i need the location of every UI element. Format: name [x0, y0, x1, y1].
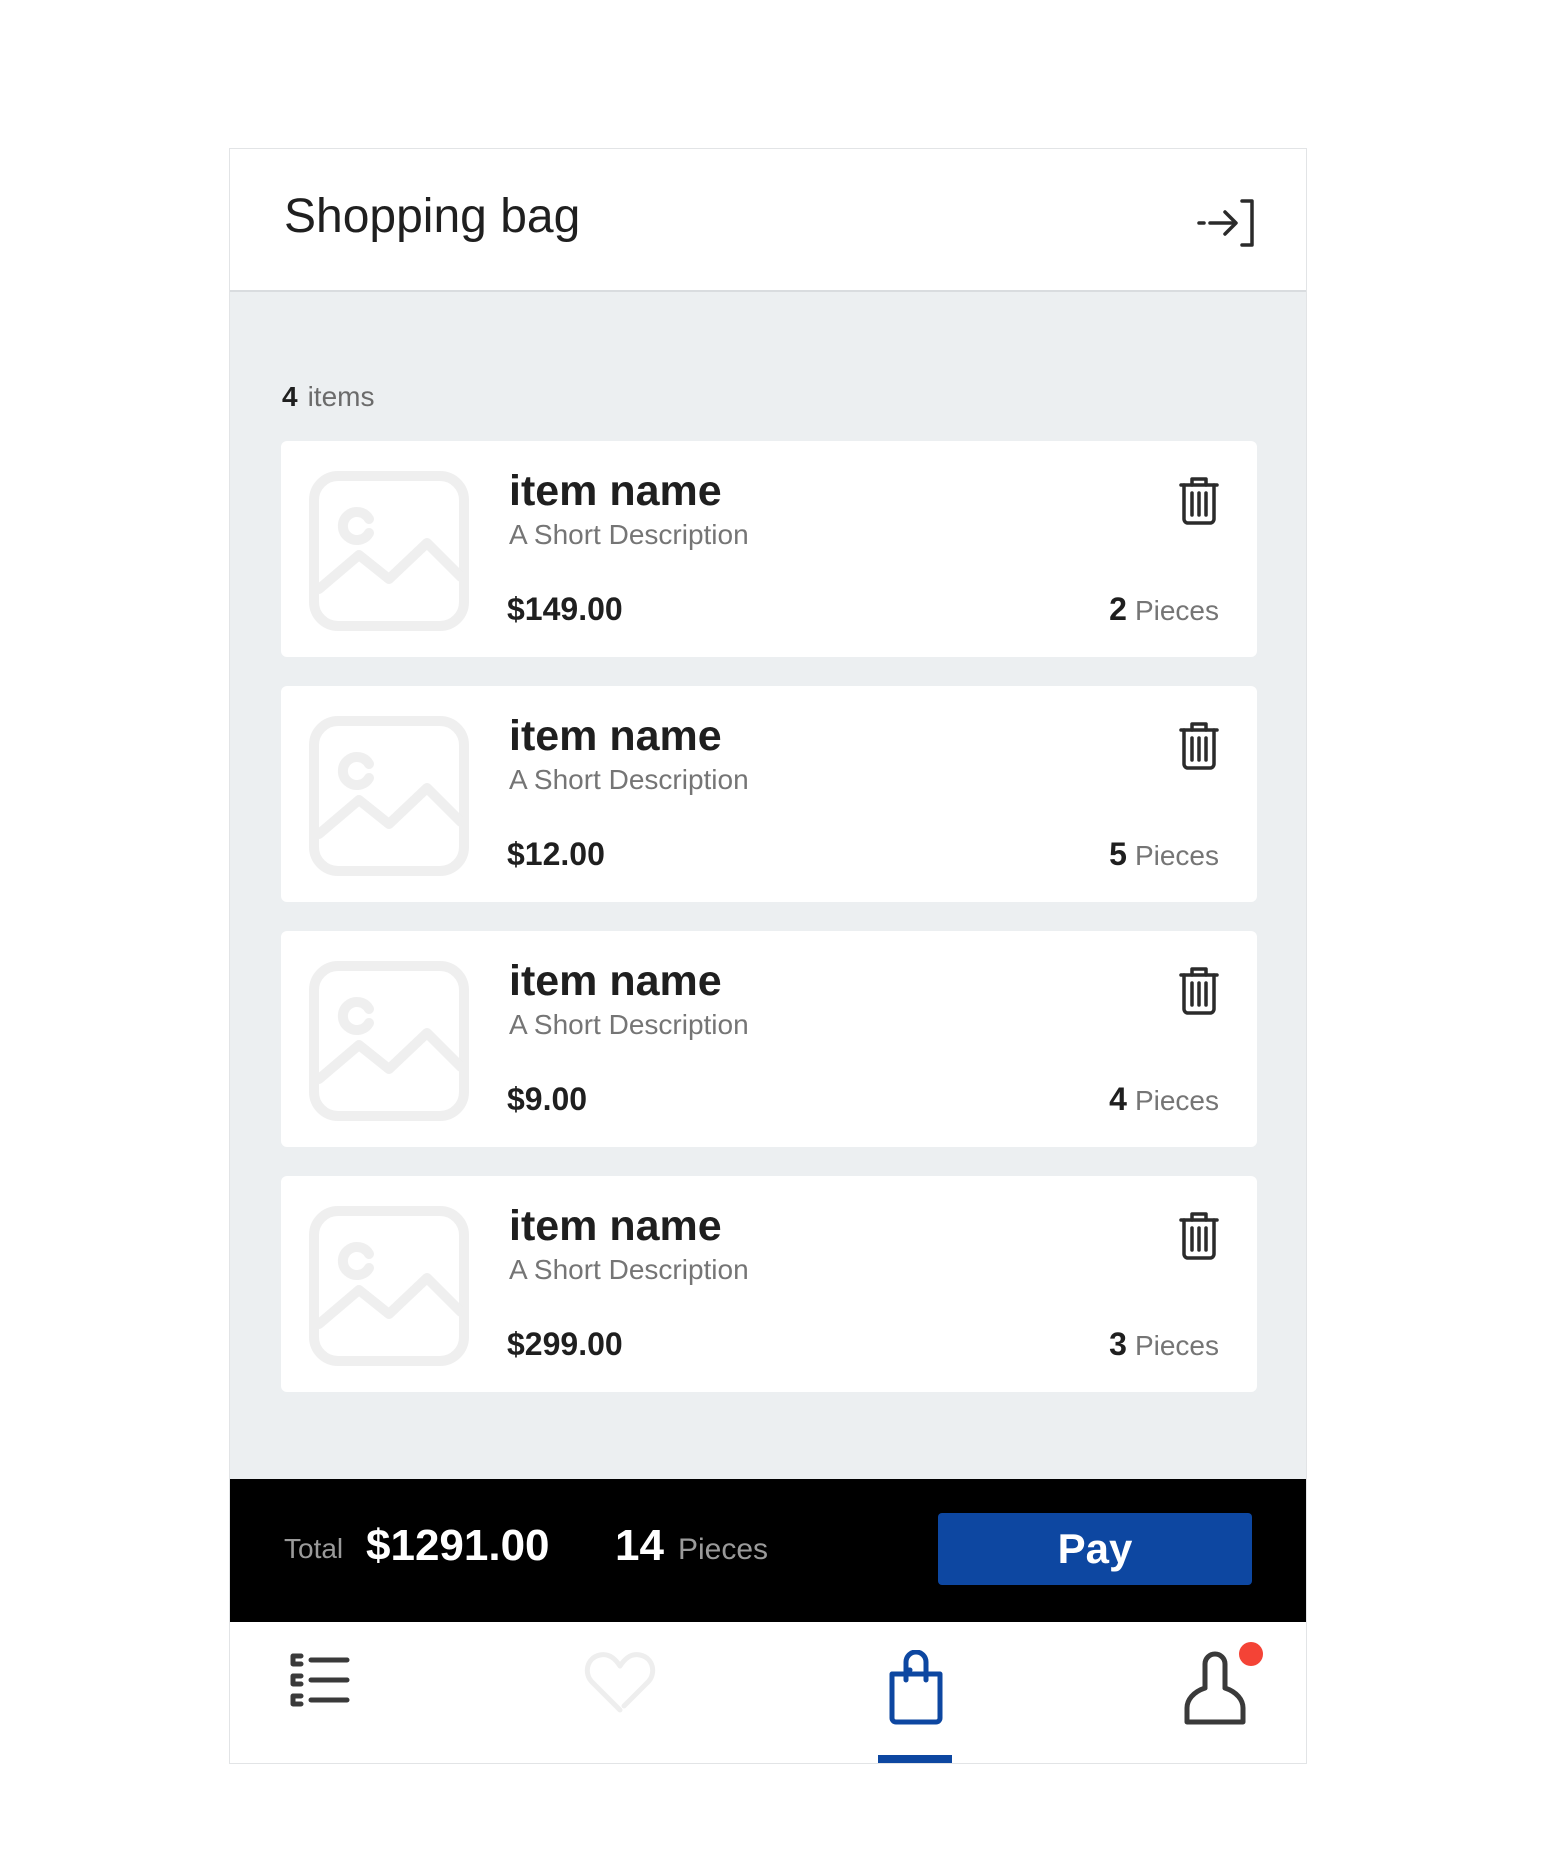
quantity-label: Pieces: [1134, 595, 1219, 626]
cart-item-card[interactable]: item name A Short Description $149.00 2P…: [281, 441, 1257, 657]
cart-item-card[interactable]: item name A Short Description $12.00 5 Pi…: [281, 686, 1257, 902]
app-frame: Shopping bag 4 items item name A Short De…: [229, 148, 1307, 1764]
cart-item-card[interactable]: item name A Short Description $299.00 3P…: [281, 1176, 1257, 1392]
item-price: $9.00: [507, 1081, 588, 1117]
trash-icon[interactable]: [1175, 720, 1223, 772]
quantity-number: 3: [1109, 1326, 1127, 1362]
logout-arrow-icon[interactable]: [1195, 195, 1259, 251]
nav-list[interactable]: [247, 1622, 387, 1763]
item-description: A Short Description: [509, 1254, 749, 1285]
item-description: A Short Description: [509, 519, 749, 550]
heart-icon: [584, 1652, 656, 1713]
nav-bag[interactable]: [844, 1622, 984, 1763]
image-placeholder-icon: [309, 471, 469, 631]
item-description: A Short Description: [509, 1009, 749, 1040]
item-count-label: items: [307, 381, 375, 412]
item-description: A Short Description: [509, 764, 749, 795]
nav-favorites[interactable]: [544, 1622, 684, 1763]
item-quantity: 4 Pieces: [1109, 1081, 1219, 1118]
header: Shopping bag: [230, 149, 1306, 292]
item-quantity: 2 Pieces: [1109, 591, 1219, 628]
quantity-label: Pieces: [1134, 840, 1219, 871]
checkout-bar: Total $1291.00 14 Pieces Pay: [230, 1479, 1306, 1622]
cart-item-card[interactable]: item name A Short Description $9.00 4 Pie…: [281, 931, 1257, 1147]
active-tab-indicator: [878, 1755, 952, 1763]
item-count: 4 items: [282, 381, 374, 413]
item-name: item name: [509, 957, 722, 1005]
quantity-number: 2: [1109, 591, 1127, 627]
item-price: $299.00: [507, 1326, 623, 1362]
item-count-number: 4: [282, 381, 298, 412]
item-quantity: 5 Pieces: [1109, 836, 1219, 873]
total-pieces-number: 14: [615, 1521, 664, 1570]
nav-profile[interactable]: [1141, 1622, 1281, 1763]
item-price: $149.00: [507, 591, 623, 627]
bottom-nav: [230, 1622, 1306, 1763]
item-quantity: 3 Pieces: [1109, 1326, 1219, 1363]
image-placeholder-icon: [309, 1206, 469, 1366]
quantity-number: 4: [1109, 1081, 1127, 1117]
pay-button[interactable]: Pay: [938, 1513, 1252, 1585]
quantity-number: 5: [1109, 836, 1127, 872]
quantity-label: Pieces: [1134, 1085, 1219, 1116]
list-icon: [290, 1653, 350, 1707]
trash-icon[interactable]: [1175, 1210, 1223, 1262]
total-pieces-label: Pieces: [678, 1533, 769, 1566]
trash-icon[interactable]: [1175, 475, 1223, 527]
item-price: $12.00: [507, 836, 605, 872]
item-name: item name: [509, 1202, 722, 1250]
page-title: Shopping bag: [284, 190, 581, 243]
item-name: item name: [509, 712, 722, 760]
total-label: Total: [284, 1533, 344, 1564]
image-placeholder-icon: [309, 716, 469, 876]
total-amount: $1291.00: [366, 1521, 550, 1570]
user-icon: [1184, 1651, 1246, 1725]
image-placeholder-icon: [309, 961, 469, 1121]
trash-icon[interactable]: [1175, 965, 1223, 1017]
shopping-bag-icon: [889, 1650, 943, 1725]
notification-badge: [1239, 1642, 1263, 1666]
item-name: item name: [509, 467, 722, 515]
quantity-label: Pieces: [1134, 1330, 1219, 1361]
